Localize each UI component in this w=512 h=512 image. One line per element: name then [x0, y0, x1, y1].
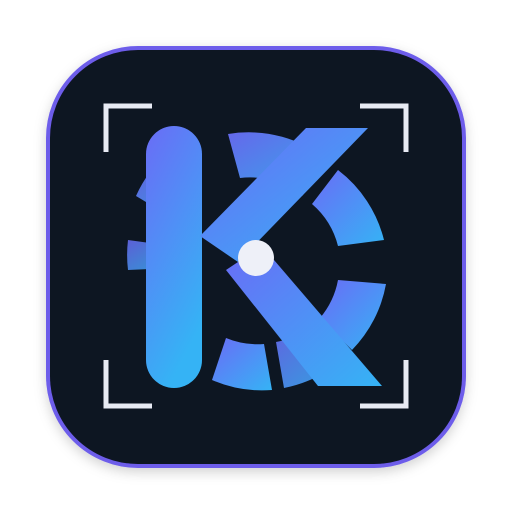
icon-canvas	[0, 0, 512, 512]
center-dot	[238, 240, 274, 276]
k-vertical-bar	[146, 126, 202, 388]
app-icon	[46, 46, 466, 468]
